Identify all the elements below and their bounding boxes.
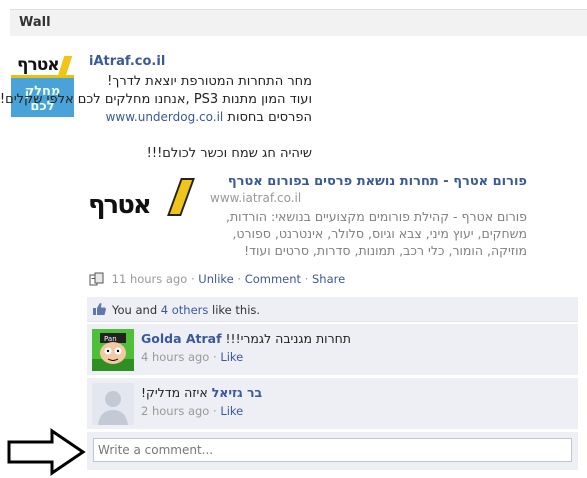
- comment-time[interactable]: 4 hours ago: [141, 350, 209, 364]
- likes-you: You and: [112, 303, 158, 317]
- meta-separator: ·: [213, 350, 217, 364]
- comment-meta: 4 hours ago · Like: [141, 350, 243, 364]
- post-message-line-2: ועוד המון מתנות PS3 ,אנחנו מחלקים לכם אל…: [0, 92, 312, 107]
- commenter-avatar[interactable]: [92, 383, 134, 425]
- post-message-line-3: הפרסים בחסות www.underdog.co.il: [106, 110, 312, 125]
- comment-meta: 2 hours ago · Like: [141, 404, 243, 418]
- comment-item: בר גזיאל איזה מדליק! 2 hours ago · Like: [87, 378, 578, 430]
- comment-header: Golda Atraf תחרות מגניבה לגמרי!!!: [141, 331, 351, 346]
- post-type-icon: [89, 272, 104, 286]
- shared-link-url: www.iatraf.co.il: [210, 191, 302, 205]
- comment-header: בר גזיאל איזה מדליק!: [141, 385, 262, 400]
- wall-title: Wall: [19, 15, 51, 30]
- cartoon-avatar-icon: Pan: [92, 329, 134, 371]
- likes-suffix: like this.: [212, 303, 261, 317]
- shared-link-title[interactable]: פורום אטרף - תחרות נושאת פרסים בפורום אט…: [228, 174, 527, 189]
- avatar-logo: אטרף: [11, 54, 74, 78]
- post-author-link[interactable]: iAtraf.co.il: [89, 54, 165, 69]
- post-message-line-1: מחר התחרות המטורפת יוצאת לדרך!: [107, 74, 312, 89]
- right-arrow-icon: [7, 428, 86, 476]
- page-avatar[interactable]: אטרף מחלק לכם: [11, 54, 74, 117]
- shared-link-thumbnail[interactable]: אטרף: [86, 176, 196, 226]
- lightning-bolt-icon: [167, 178, 195, 216]
- comment-like-link[interactable]: Like: [220, 404, 243, 418]
- share-link[interactable]: Share: [312, 272, 345, 286]
- underdog-link[interactable]: www.underdog.co.il: [106, 110, 224, 124]
- thumbs-up-icon: [93, 303, 106, 315]
- comment-time[interactable]: 2 hours ago: [141, 404, 209, 418]
- commenter-name-link[interactable]: Golda Atraf: [141, 331, 222, 346]
- comment-body: תחרות מגניבה לגמרי!!!: [225, 331, 352, 346]
- shared-link-description: פורום אטרף - קהילת פורומים מקצועיים בנוש…: [225, 209, 527, 258]
- meta-separator: ·: [237, 272, 242, 286]
- comment-item: Pan Golda Atraf תחרות מגניבה לגמרי!!! 4 …: [87, 324, 578, 376]
- lightning-bolt-icon: [57, 56, 73, 76]
- likes-others-link[interactable]: 4 others: [161, 303, 209, 317]
- meta-separator: ·: [304, 272, 309, 286]
- likes-text: You and 4 others like this.: [112, 303, 260, 317]
- unlike-link[interactable]: Unlike: [198, 272, 233, 286]
- avatar-logo-text: אטרף: [17, 55, 60, 75]
- comment-body: איזה מדליק!: [141, 385, 208, 400]
- post-message-line-3-text: הפרסים בחסות: [227, 110, 312, 125]
- post-meta: 11 hours ago · Unlike · Comment · Share: [89, 272, 345, 286]
- write-comment-box: [87, 432, 578, 470]
- meta-separator: ·: [190, 272, 195, 286]
- svg-text:Pan: Pan: [104, 335, 117, 343]
- default-user-icon: [92, 383, 134, 425]
- post-time[interactable]: 11 hours ago: [112, 272, 188, 286]
- commenter-name-link[interactable]: בר גזיאל: [212, 385, 262, 400]
- write-comment-input[interactable]: [93, 438, 572, 462]
- post-message-line-4: שיהיה חג שמח וכשר לכולם!!!: [146, 146, 312, 161]
- likes-row: You and 4 others like this.: [87, 297, 578, 322]
- shared-logo-text: אטרף: [88, 190, 152, 220]
- meta-separator: ·: [213, 404, 217, 418]
- comment-link[interactable]: Comment: [245, 272, 301, 286]
- comment-like-link[interactable]: Like: [220, 350, 243, 364]
- wall-header: Wall: [10, 9, 587, 36]
- commenter-avatar[interactable]: Pan: [92, 329, 134, 371]
